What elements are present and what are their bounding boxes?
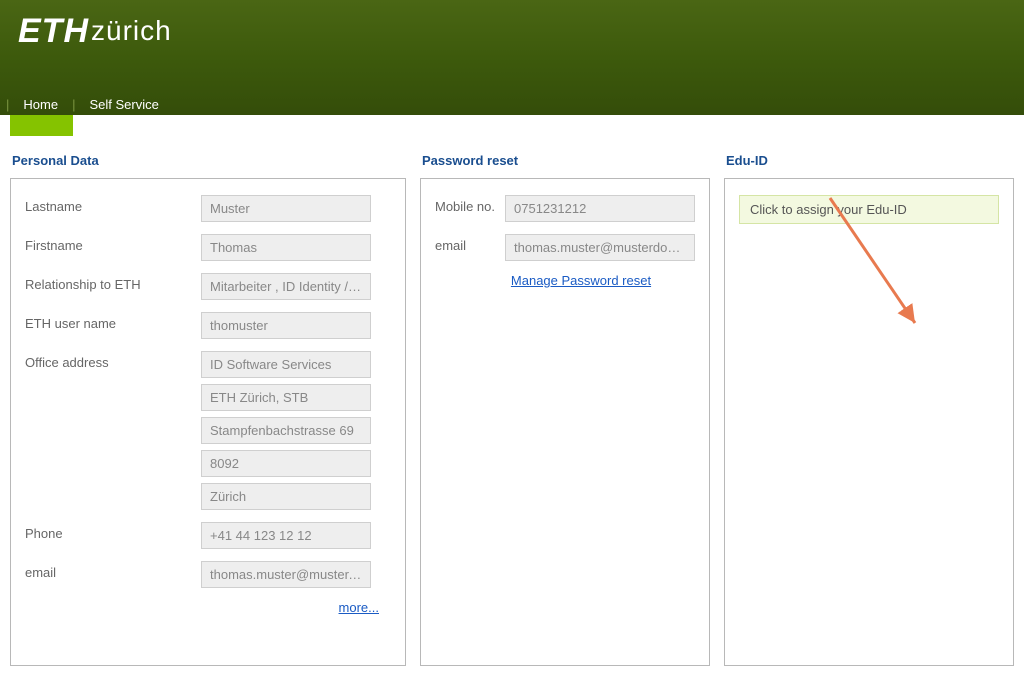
nav-self-service[interactable]: Self Service — [81, 97, 166, 112]
logo-light: zürich — [91, 15, 172, 47]
active-tab-indicator — [10, 115, 73, 136]
office4-field: 8092 — [201, 450, 371, 477]
logo: ETHzürich — [18, 12, 172, 51]
eduid-panel: Click to assign your Edu-ID — [724, 178, 1014, 666]
email-field: thomas.muster@muster.ethz — [201, 561, 371, 588]
firstname-label: Firstname — [25, 234, 201, 253]
lastname-field: Muster — [201, 195, 371, 222]
nav-separator: | — [72, 97, 75, 112]
manage-password-link[interactable]: Manage Password reset — [511, 273, 651, 288]
password-reset-panel-wrap: Password reset Mobile no. 0751231212 ema… — [420, 153, 710, 666]
mobile-label: Mobile no. — [435, 195, 505, 214]
relationship-label: Relationship to ETH — [25, 273, 201, 292]
office3-field: Stampfenbachstrasse 69 — [201, 417, 371, 444]
office-label: Office address — [25, 351, 201, 370]
logo-bold: ETH — [18, 12, 89, 51]
pw-email-field: thomas.muster@musterdomain — [505, 234, 695, 261]
eduid-title: Edu-ID — [724, 153, 1014, 168]
header: ETHzürich | Home | Self Service — [0, 0, 1024, 115]
phone-field: +41 44 123 12 12 — [201, 522, 371, 549]
assign-eduid-button[interactable]: Click to assign your Edu-ID — [739, 195, 999, 224]
personal-data-title: Personal Data — [10, 153, 406, 168]
nav: | Home | Self Service — [0, 93, 167, 115]
username-label: ETH user name — [25, 312, 201, 331]
password-reset-panel: Mobile no. 0751231212 email thomas.muste… — [420, 178, 710, 666]
mobile-field: 0751231212 — [505, 195, 695, 222]
office2-field: ETH Zürich, STB — [201, 384, 371, 411]
relationship-field: Mitarbeiter , ID Identity / Acc — [201, 273, 371, 300]
lastname-label: Lastname — [25, 195, 201, 214]
pw-email-label: email — [435, 234, 505, 253]
more-link[interactable]: more... — [339, 600, 379, 615]
nav-separator: | — [6, 97, 9, 112]
firstname-field: Thomas — [201, 234, 371, 261]
office1-field: ID Software Services — [201, 351, 371, 378]
personal-data-panel-wrap: Personal Data Lastname Muster Firstname … — [10, 153, 406, 666]
phone-label: Phone — [25, 522, 201, 541]
nav-home[interactable]: Home — [15, 97, 66, 112]
email-label: email — [25, 561, 201, 580]
office5-field: Zürich — [201, 483, 371, 510]
content: Personal Data Lastname Muster Firstname … — [0, 115, 1024, 676]
password-reset-title: Password reset — [420, 153, 710, 168]
eduid-panel-wrap: Edu-ID Click to assign your Edu-ID — [724, 153, 1014, 666]
personal-data-panel: Lastname Muster Firstname Thomas Relatio… — [10, 178, 406, 666]
username-field: thomuster — [201, 312, 371, 339]
